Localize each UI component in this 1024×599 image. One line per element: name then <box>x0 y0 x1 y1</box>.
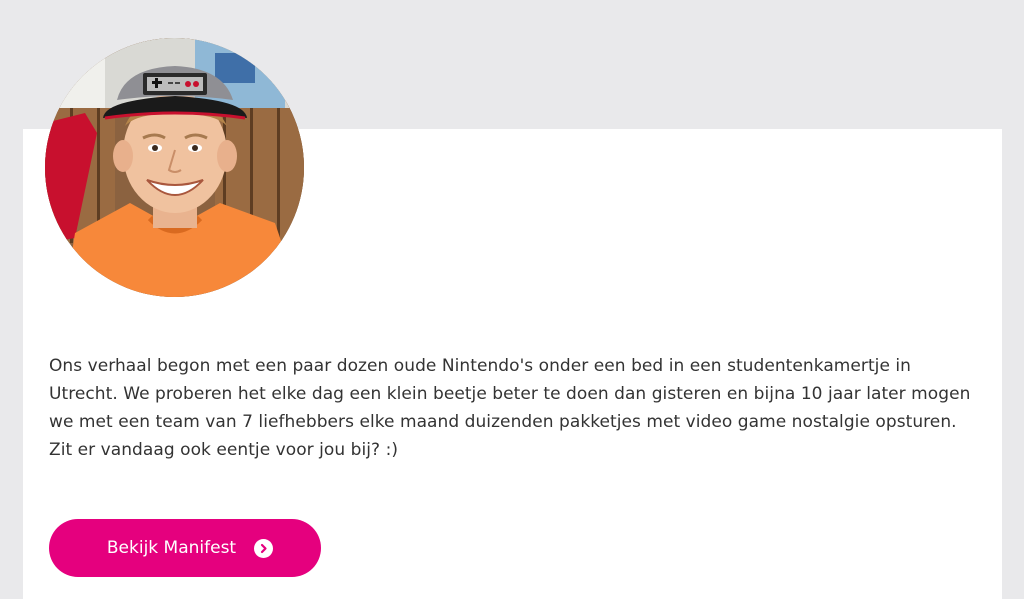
page: Ons verhaal begon met een paar dozen oud… <box>0 0 1024 599</box>
chevron-right-circle-icon <box>254 538 274 558</box>
view-manifest-button[interactable]: Bekijk Manifest <box>49 519 321 577</box>
view-manifest-label: Bekijk Manifest <box>106 538 237 558</box>
founder-photo <box>45 38 304 297</box>
story-paragraph: Ons verhaal begon met een paar dozen oud… <box>49 356 971 460</box>
founder-avatar <box>45 38 304 297</box>
